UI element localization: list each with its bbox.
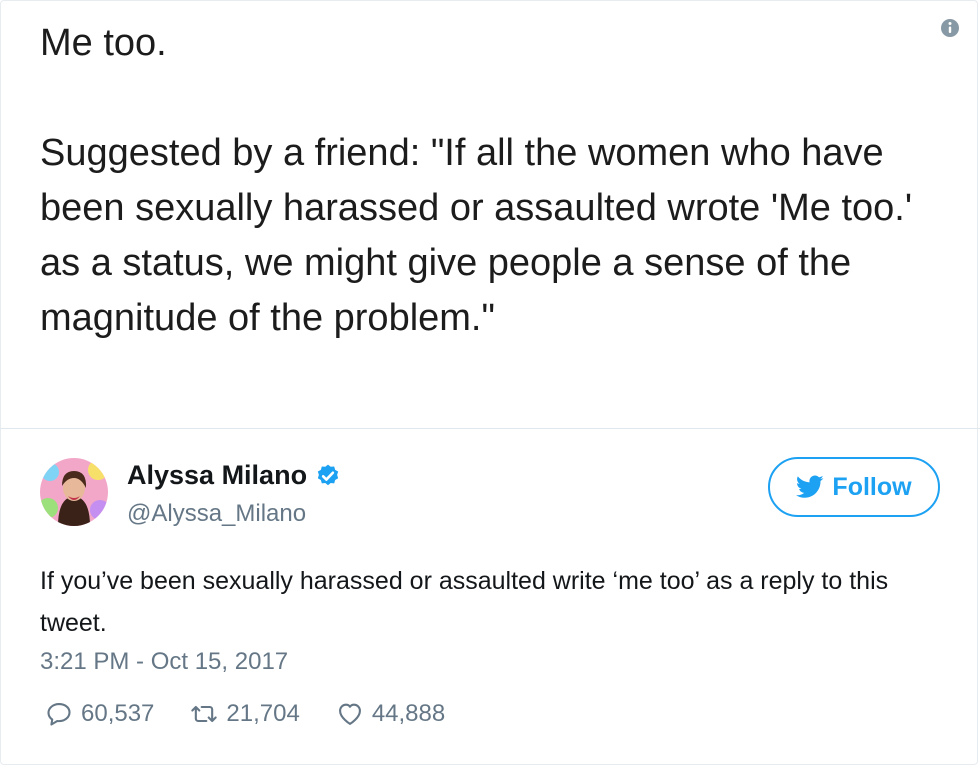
retweet-count: 21,704: [226, 700, 300, 727]
author-display-name[interactable]: Alyssa Milano: [127, 460, 307, 491]
attached-image-text: Me too. Suggested by a friend: "If all t…: [40, 16, 940, 346]
like-count: 44,888: [371, 700, 446, 727]
retweet-icon: [191, 705, 218, 723]
like-action[interactable]: 44,888: [336, 700, 445, 728]
twitter-bird-icon: [796, 475, 824, 498]
image-text-line-2: Suggested by a friend: "If all the women…: [40, 132, 913, 339]
author-name-row: Alyssa Milano: [127, 460, 341, 491]
info-icon[interactable]: [940, 18, 960, 38]
tweet-text: If you’ve been sexually harassed or assa…: [40, 567, 889, 637]
divider: [0, 428, 980, 429]
follow-button-label: Follow: [832, 472, 912, 501]
reply-icon: [47, 703, 71, 726]
follow-button[interactable]: Follow: [768, 457, 940, 517]
image-text-line-1: Me too.: [40, 22, 167, 64]
reply-action[interactable]: 60,537: [45, 700, 154, 728]
reply-count: 60,537: [81, 700, 155, 727]
heart-icon: [338, 703, 361, 725]
author-handle[interactable]: @Alyssa_Milano: [127, 500, 306, 528]
retweet-action[interactable]: 21,704: [190, 700, 300, 728]
verified-badge-icon: [317, 464, 339, 485]
avatar[interactable]: [40, 458, 108, 526]
tweet-actions: 60,537 21,704 44,888: [45, 700, 481, 728]
tweet-timestamp[interactable]: 3:21 PM - Oct 15, 2017: [40, 648, 288, 676]
